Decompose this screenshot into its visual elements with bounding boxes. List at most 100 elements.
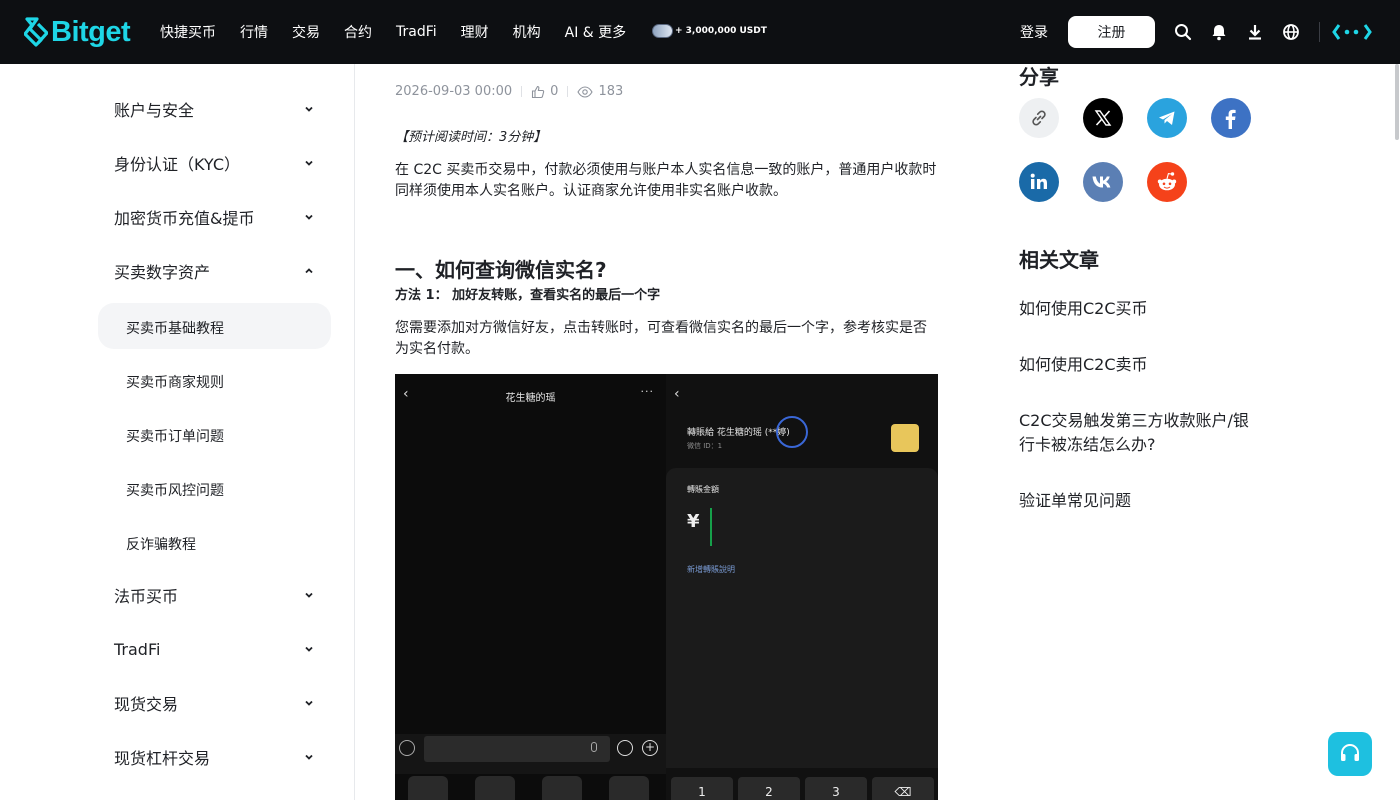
chevron-down-icon xyxy=(305,106,313,112)
sidebar-item-kyc[interactable]: 身份认证（KYC） xyxy=(114,151,314,175)
sidebar-item-buy-sell[interactable]: 买卖数字资产 xyxy=(114,259,314,283)
sidebar-item-tradfi[interactable]: TradFi xyxy=(114,637,314,661)
signup-button[interactable]: 注册 xyxy=(1068,16,1155,48)
sidebar-item-account-security[interactable]: 账户与安全 xyxy=(114,97,314,121)
section-heading: 一、如何查询微信实名? xyxy=(395,258,607,282)
chevron-down-icon xyxy=(305,592,313,598)
camera-icon xyxy=(475,776,515,800)
meta-divider xyxy=(567,86,569,97)
related-article-link[interactable]: 验证单常见问题 xyxy=(1019,489,1259,513)
sidebar-item-label: 加密货币充值&提币 xyxy=(114,209,255,228)
share-reddit-button[interactable] xyxy=(1147,162,1187,202)
chat-screen: ‹ 花生糖的瑶 ··· + xyxy=(395,374,666,800)
nav-futures[interactable]: 合约 xyxy=(344,22,372,42)
image-icon xyxy=(408,776,448,800)
search-icon[interactable] xyxy=(1173,22,1193,42)
wechat-id: 微信 ID：1 xyxy=(687,442,723,450)
nav-markets[interactable]: 行情 xyxy=(240,22,268,42)
sidebar-subitem-risk-control[interactable]: 买卖币风控问题 xyxy=(126,480,224,500)
sidebar-item-margin[interactable]: 现货杠杆交易 xyxy=(114,745,314,769)
sidebar-subitem-anti-fraud[interactable]: 反诈骗教程 xyxy=(126,534,196,554)
x-logo-icon xyxy=(1094,110,1112,126)
keypad-backspace: ⌫ xyxy=(872,777,934,800)
login-link[interactable]: 登录 xyxy=(1020,22,1048,42)
sidebar-item-fiat[interactable]: 法币买币 xyxy=(114,583,314,607)
nav-ai-more[interactable]: AI & 更多 xyxy=(565,22,627,42)
headset-icon xyxy=(1341,743,1359,761)
eye-icon xyxy=(577,85,594,98)
nav-quick-buy[interactable]: 快捷买币 xyxy=(160,22,216,42)
chevron-down-icon xyxy=(305,214,313,220)
brand-mark-icon[interactable] xyxy=(1332,21,1372,43)
like-button[interactable]: 0 xyxy=(531,84,558,99)
sidebar-subitem-merchant-rules[interactable]: 买卖币商家规则 xyxy=(126,372,224,392)
transfer-recipient: 轉賬給 花生糖的瑶 (**婷) xyxy=(687,428,790,438)
method-heading: 方法 1： 加好友转账，查看实名的最后一个字 xyxy=(395,288,661,303)
transfer-screen: ‹ 轉賬給 花生糖的瑶 (**婷) 微信 ID：1 轉賬金額 ¥ 新增轉賬說明 … xyxy=(666,374,938,800)
page-scrollbar[interactable] xyxy=(1395,64,1399,140)
chevron-up-icon xyxy=(305,268,313,274)
more-icon: ··· xyxy=(640,385,654,398)
video-icon xyxy=(542,776,582,800)
share-facebook-button[interactable] xyxy=(1211,98,1251,138)
related-article-link[interactable]: C2C交易触发第三方收款账户/银行卡被冻结怎么办? xyxy=(1019,409,1259,457)
method-description: 您需要添加对方微信好友，点击转账时，可查看微信实名的最后一个字，参考核实是否为实… xyxy=(395,320,927,357)
chevron-down-icon xyxy=(305,700,313,706)
vk-icon xyxy=(1092,176,1111,188)
help-sidebar: 账户与安全 身份认证（KYC） 加密货币充值&提币 买卖数字资产 买卖币基础教程… xyxy=(0,64,355,800)
input-cursor xyxy=(710,508,712,546)
promo-banner[interactable]: + 3,000,000 USDT xyxy=(652,24,767,38)
voice-icon xyxy=(399,740,415,756)
bitget-logo[interactable]: Bitget xyxy=(24,15,131,49)
right-sidebar: 分享 相关文章 如何使用C2C买币 如何使用C2C卖币 C2C交易触发第三方收款… xyxy=(979,64,1400,800)
highlight-circle xyxy=(776,416,808,448)
article-date: 2026-09-03 00:00 xyxy=(395,84,513,99)
avatar xyxy=(891,424,919,452)
related-article-link[interactable]: 如何使用C2C卖币 xyxy=(1019,353,1259,377)
telegram-icon xyxy=(1159,111,1175,125)
share-linkedin-button[interactable] xyxy=(1019,162,1059,202)
main-nav: 快捷买币 行情 交易 合约 TradFi 理财 机构 AI & 更多 xyxy=(160,0,650,64)
related-articles-title: 相关文章 xyxy=(1019,248,1099,272)
keypad-key: 1 xyxy=(671,777,733,800)
sidebar-subitem-basics[interactable]: 买卖币基础教程 xyxy=(126,318,224,338)
reading-time: 【预计阅读时间：3分钟】 xyxy=(395,130,547,145)
article-intro: 在 C2C 买卖币交易中，付款必须使用与账户本人实名信息一致的账户，普通用户收款… xyxy=(395,162,937,199)
nav-trade[interactable]: 交易 xyxy=(292,22,320,42)
nav-earn[interactable]: 理财 xyxy=(461,22,489,42)
sidebar-item-spot[interactable]: 现货交易 xyxy=(114,691,314,715)
add-note-link: 新增轉賬說明 xyxy=(687,565,735,574)
sidebar-item-label: 现货杠杆交易 xyxy=(114,749,211,768)
article-main: 2026-09-03 00:00 0 183 【预计阅读时间：3分钟】 在 C2… xyxy=(356,64,978,800)
article-meta: 2026-09-03 00:00 0 183 xyxy=(395,84,623,99)
chat-input-field xyxy=(424,736,610,762)
keypad-key: 2 xyxy=(738,777,800,800)
amount-label: 轉賬金額 xyxy=(687,485,719,494)
reddit-icon xyxy=(1157,172,1177,191)
share-x-button[interactable] xyxy=(1083,98,1123,138)
facebook-icon xyxy=(1225,109,1236,129)
thumbs-up-icon xyxy=(532,85,545,98)
nav-tradfi[interactable]: TradFi xyxy=(396,24,437,40)
keypad-key: 3 xyxy=(805,777,867,800)
sidebar-item-deposit-withdraw[interactable]: 加密货币充值&提币 xyxy=(114,205,314,229)
related-article-link[interactable]: 如何使用C2C买币 xyxy=(1019,297,1259,321)
share-vk-button[interactable] xyxy=(1083,162,1123,202)
sidebar-item-label: 法币买币 xyxy=(114,587,179,606)
sidebar-item-label: 现货交易 xyxy=(114,695,179,714)
back-icon: ‹ xyxy=(674,386,680,402)
amount-card xyxy=(666,468,938,768)
nav-institutional[interactable]: 机构 xyxy=(513,22,541,42)
top-navbar: Bitget 快捷买币 行情 交易 合约 TradFi 理财 机构 AI & 更… xyxy=(0,0,1400,64)
share-telegram-button[interactable] xyxy=(1147,98,1187,138)
view-count: 183 xyxy=(598,84,624,99)
wechat-transfer-screenshot: ‹ 花生糖的瑶 ··· + ‹ 轉賬給 花生糖的瑶 (**婷) 微信 ID：1 … xyxy=(395,374,938,800)
meta-divider xyxy=(521,86,523,97)
globe-icon[interactable] xyxy=(1281,22,1301,42)
bell-icon[interactable] xyxy=(1209,22,1229,42)
currency-symbol: ¥ xyxy=(687,511,700,532)
download-icon[interactable] xyxy=(1245,22,1265,42)
share-copy-link-button[interactable] xyxy=(1019,98,1059,138)
sidebar-subitem-order-issues[interactable]: 买卖币订单问题 xyxy=(126,426,224,446)
customer-support-button[interactable] xyxy=(1328,732,1372,776)
